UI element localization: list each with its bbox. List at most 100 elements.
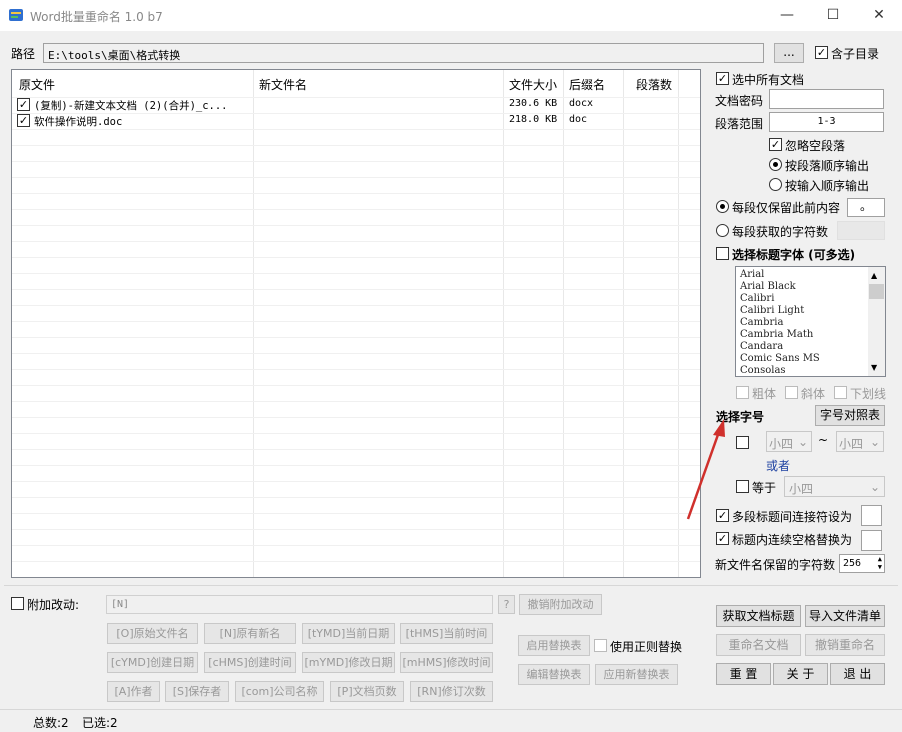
tag-author[interactable]: [A]作者 — [107, 681, 160, 702]
scroll-thumb[interactable] — [869, 284, 884, 299]
keep-chars-input[interactable]: 256 ▲ ▼ — [839, 554, 885, 573]
font-item[interactable]: Candara — [740, 341, 783, 352]
regex-checkbox[interactable] — [594, 639, 607, 652]
tag-company[interactable]: [com]公司名称 — [235, 681, 324, 702]
font-item[interactable]: Arial Black — [740, 281, 796, 292]
font-item[interactable]: Cambria Math — [740, 329, 813, 340]
keep-before-input[interactable]: 。 — [847, 198, 885, 217]
file-table[interactable]: 原文件 新文件名 文件大小 后缀名 段落数 ✓ (复制)-新建文本文档 (2)(… — [11, 69, 701, 578]
col-size[interactable]: 文件大小 — [509, 76, 557, 93]
spin-icon[interactable]: ▲ ▼ — [878, 555, 882, 571]
undo-rename-button[interactable]: 撤销重命名 — [805, 634, 885, 656]
tag-original-name[interactable]: [O]原始文件名 — [107, 623, 198, 644]
status-bar: 总数:2 已选:2 — [0, 709, 902, 732]
bold-checkbox[interactable] — [736, 386, 749, 399]
font-scrollbar[interactable]: ▲ ▼ — [868, 267, 885, 376]
table-row[interactable]: ✓ (复制)-新建文本文档 (2)(合并)_c... 230.6 KB docx — [12, 97, 700, 113]
order-para-radio[interactable] — [769, 158, 782, 171]
tag-revision-count[interactable]: [RN]修订次数 — [410, 681, 493, 702]
import-list-button[interactable]: 导入文件清单 — [805, 605, 885, 627]
about-button[interactable]: 关 于 — [773, 663, 828, 685]
enable-replace-button[interactable]: 启用替换表 — [518, 635, 590, 656]
close-button[interactable]: ✕ — [856, 0, 902, 31]
tag-modified-time[interactable]: [mHMS]修改时间 — [400, 652, 493, 673]
tag-page-count[interactable]: [P]文档页数 — [330, 681, 404, 702]
tag-saver[interactable]: [S]保存者 — [165, 681, 229, 702]
col-original[interactable]: 原文件 — [19, 76, 55, 93]
space-replace-checkbox[interactable]: ✓ — [716, 532, 729, 545]
grid-line — [12, 465, 700, 466]
divider — [4, 585, 898, 586]
undo-append-button[interactable]: 撤销附加改动 — [519, 594, 602, 615]
edit-replace-button[interactable]: 编辑替换表 — [518, 664, 590, 685]
tilde-label: ~ — [818, 433, 829, 447]
tag-current-date[interactable]: [tYMD]当前日期 — [302, 623, 395, 644]
ignore-empty-checkbox[interactable]: ✓ — [769, 138, 782, 151]
rename-button[interactable]: 重命名文档 — [716, 634, 801, 656]
scroll-down-icon[interactable]: ▼ — [871, 363, 877, 372]
reset-button[interactable]: 重 置 — [716, 663, 771, 685]
size-to-select[interactable]: 小四 ⌄ — [836, 431, 884, 452]
maximize-button[interactable]: ☐ — [810, 0, 856, 31]
font-item[interactable]: Cambria — [740, 317, 783, 328]
apply-replace-button[interactable]: 应用新替换表 — [595, 664, 678, 685]
font-item[interactable]: Arial — [740, 269, 764, 280]
font-item[interactable]: Consolas — [740, 365, 786, 376]
multi-connector-label: 多段标题间连接符设为 — [732, 510, 853, 524]
tag-existing-name[interactable]: [N]原有新名 — [204, 623, 296, 644]
font-listbox[interactable]: Arial Arial Black Calibri Calibri Light … — [735, 266, 886, 377]
cell-original: 软件操作说明.doc — [34, 116, 123, 128]
font-item[interactable]: Calibri — [740, 293, 774, 304]
size-equals-checkbox[interactable] — [736, 480, 749, 493]
row-checkbox[interactable]: ✓ — [17, 114, 30, 127]
cell-ext: docx — [569, 98, 594, 109]
select-all-checkbox[interactable]: ✓ — [716, 72, 729, 85]
col-paragraphs[interactable]: 段落数 — [636, 76, 672, 93]
app-icon — [8, 7, 24, 23]
grid-line — [12, 401, 700, 402]
subdir-checkbox[interactable]: ✓ — [815, 46, 828, 59]
space-replace-input[interactable] — [861, 530, 882, 551]
tag-current-time[interactable]: [tHMS]当前时间 — [400, 623, 493, 644]
append-input[interactable]: [N] — [106, 595, 493, 614]
size-range-checkbox[interactable] — [736, 436, 749, 449]
get-title-button[interactable]: 获取文档标题 — [716, 605, 801, 627]
subdir-label: 含子目录 — [831, 47, 880, 61]
scroll-up-icon[interactable]: ▲ — [871, 271, 877, 280]
size-to-value: 小四 — [839, 437, 864, 451]
col-ext[interactable]: 后缀名 — [569, 76, 605, 93]
order-para-label: 按段落顺序输出 — [785, 159, 870, 173]
col-newname[interactable]: 新文件名 — [259, 76, 307, 93]
size-table-button[interactable]: 字号对照表 — [815, 405, 885, 426]
grid-line — [12, 289, 700, 290]
size-from-select[interactable]: 小四 ⌄ — [766, 431, 812, 452]
doc-password-input[interactable] — [769, 89, 884, 109]
font-item[interactable]: Calibri Light — [740, 305, 804, 316]
italic-checkbox[interactable] — [785, 386, 798, 399]
tag-created-date[interactable]: [cYMD]创建日期 — [107, 652, 198, 673]
keep-before-radio[interactable] — [716, 200, 729, 213]
append-checkbox[interactable] — [11, 597, 24, 610]
size-equals-select[interactable]: 小四 ⌄ — [784, 476, 885, 497]
title-bar: Word批量重命名 1.0 b7 — ☐ ✕ — [0, 0, 902, 31]
browse-button[interactable]: ... — [774, 43, 804, 63]
row-checkbox[interactable]: ✓ — [17, 98, 30, 111]
help-button[interactable]: ? — [498, 595, 515, 614]
grid-line — [12, 417, 700, 418]
table-row[interactable]: ✓ 软件操作说明.doc 218.0 KB doc — [12, 113, 700, 129]
char-count-radio[interactable] — [716, 224, 729, 237]
para-range-input[interactable]: 1-3 — [769, 112, 884, 132]
exit-button[interactable]: 退 出 — [830, 663, 885, 685]
minimize-button[interactable]: — — [764, 0, 810, 31]
select-all-label: 选中所有文档 — [732, 73, 805, 87]
char-count-input[interactable] — [837, 221, 885, 240]
tag-created-time[interactable]: [cHMS]创建时间 — [204, 652, 296, 673]
title-font-checkbox[interactable] — [716, 247, 729, 260]
path-input[interactable]: E:\tools\桌面\格式转换 — [43, 43, 764, 63]
underline-checkbox[interactable] — [834, 386, 847, 399]
order-input-radio[interactable] — [769, 178, 782, 191]
multi-connector-input[interactable] — [861, 505, 882, 526]
maximize-icon: ☐ — [826, 7, 840, 23]
font-item[interactable]: Comic Sans MS — [740, 353, 820, 364]
tag-modified-date[interactable]: [mYMD]修改日期 — [302, 652, 395, 673]
